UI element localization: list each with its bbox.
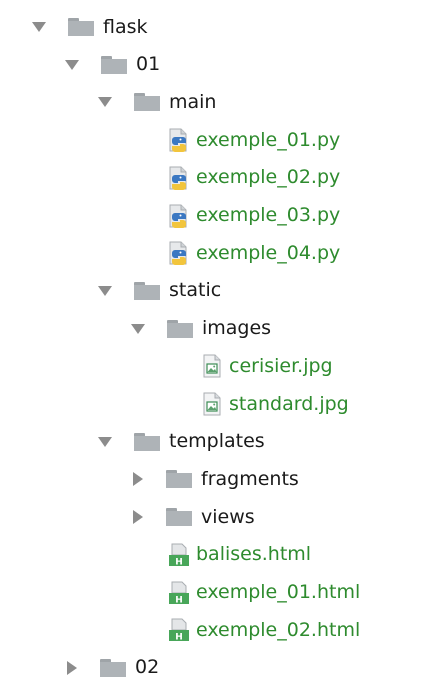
folder-icon xyxy=(100,658,126,677)
tree-item-label: 01 xyxy=(136,53,161,76)
tree-item-label: standard.jpg xyxy=(229,392,349,415)
tree-folder-static[interactable]: static xyxy=(0,272,442,310)
tree-file-cerisier-jpg[interactable]: cerisier.jpg xyxy=(0,347,442,385)
tree-file-balises-html[interactable]: Hbalises.html xyxy=(0,536,442,574)
svg-text:H: H xyxy=(175,595,183,605)
chevron-down-icon[interactable] xyxy=(98,436,112,447)
tree-item-label: exemple_03.py xyxy=(196,204,341,226)
svg-text:H: H xyxy=(175,557,183,567)
tree-folder-views[interactable]: views xyxy=(0,498,442,536)
svg-text:H: H xyxy=(175,633,183,643)
folder-icon xyxy=(68,18,94,36)
tree-folder-flask[interactable]: flask xyxy=(0,8,442,46)
python-file-icon xyxy=(169,204,187,228)
python-file-icon xyxy=(169,128,187,153)
chevron-right-icon[interactable] xyxy=(133,472,143,487)
tree-file-exemple_01-html[interactable]: Hexemple_01.html xyxy=(0,574,442,612)
tree-item-label: views xyxy=(201,505,255,528)
tree-item-label: cerisier.jpg xyxy=(229,354,333,377)
chevron-down-icon[interactable] xyxy=(131,323,145,334)
tree-folder-fragments[interactable]: fragments xyxy=(0,460,442,498)
chevron-down-icon[interactable] xyxy=(65,59,79,70)
tree-file-standard-jpg[interactable]: standard.jpg xyxy=(0,385,442,423)
folder-icon xyxy=(167,319,193,338)
html-file-icon: H xyxy=(169,618,189,643)
html-file-icon: H xyxy=(169,543,189,567)
tree-item-label: fragments xyxy=(201,467,299,490)
image-file-icon xyxy=(203,354,221,378)
tree-file-exemple_04-py[interactable]: exemple_04.py xyxy=(0,234,442,272)
folder-icon xyxy=(166,508,192,527)
chevron-down-icon[interactable] xyxy=(98,97,112,108)
tree-item-label: exemple_04.py xyxy=(196,241,341,264)
folder-icon xyxy=(101,55,127,74)
tree-folder-images[interactable]: images xyxy=(0,310,442,348)
tree-item-label: main xyxy=(169,90,217,113)
tree-item-label: exemple_01.py xyxy=(196,128,341,151)
image-file-icon xyxy=(203,392,221,416)
tree-item-label: 02 xyxy=(135,656,160,679)
tree-item-label: balises.html xyxy=(196,543,312,566)
folder-icon xyxy=(166,470,192,489)
tree-file-exemple_03-py[interactable]: exemple_03.py xyxy=(0,197,442,235)
tree-file-exemple_02-py[interactable]: exemple_02.py xyxy=(0,159,442,197)
chevron-down-icon[interactable] xyxy=(32,22,46,32)
chevron-down-icon[interactable] xyxy=(98,285,112,296)
folder-icon xyxy=(134,93,160,112)
tree-item-label: images xyxy=(202,317,272,340)
python-file-icon xyxy=(169,241,187,266)
tree-folder-02[interactable]: 02 xyxy=(0,649,442,687)
folder-icon xyxy=(134,281,160,300)
tree-item-label: static xyxy=(169,279,222,302)
python-file-icon xyxy=(169,166,187,190)
tree-item-label: exemple_02.html xyxy=(196,618,361,641)
folder-icon xyxy=(134,432,160,451)
tree-folder-01[interactable]: 01 xyxy=(0,46,442,84)
chevron-right-icon[interactable] xyxy=(67,660,77,675)
chevron-right-icon[interactable] xyxy=(133,510,143,525)
tree-item-label: exemple_01.html xyxy=(196,581,361,603)
html-file-icon: H xyxy=(169,581,189,605)
tree-folder-main[interactable]: main xyxy=(0,83,442,121)
tree-item-label: exemple_02.py xyxy=(196,166,341,189)
tree-item-label: templates xyxy=(169,430,265,453)
tree-file-exemple_02-html[interactable]: Hexemple_02.html xyxy=(0,611,442,649)
tree-folder-templates[interactable]: templates xyxy=(0,423,442,461)
tree-file-exemple_01-py[interactable]: exemple_01.py xyxy=(0,121,442,159)
tree-item-label: flask xyxy=(103,15,148,38)
